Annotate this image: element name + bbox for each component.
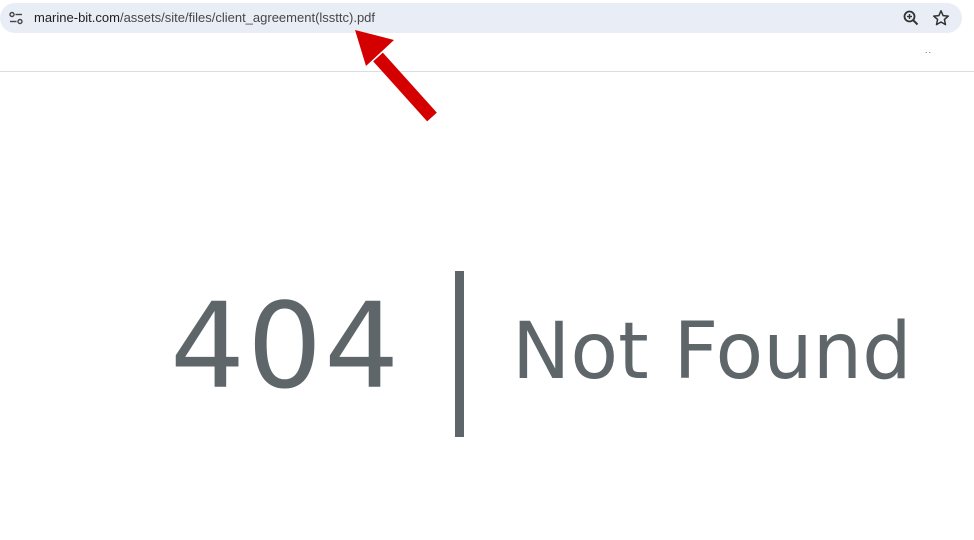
overflow-dots[interactable]: .. — [925, 45, 932, 55]
url-path: /assets/site/files/client_agreement(lsst… — [119, 10, 376, 25]
annotation-arrow-icon — [355, 30, 437, 122]
address-bar[interactable]: marine-bit.com/assets/site/files/client_… — [0, 3, 962, 33]
star-icon[interactable] — [932, 9, 950, 27]
toolbar-divider — [0, 71, 974, 72]
zoom-in-icon[interactable] — [902, 9, 920, 27]
error-message: Not Found — [512, 307, 912, 397]
tune-icon[interactable] — [9, 11, 23, 25]
url-host: marine-bit.com — [34, 10, 120, 25]
url-text[interactable]: marine-bit.com/assets/site/files/client_… — [34, 10, 375, 26]
browser-window: marine-bit.com/assets/site/files/client_… — [0, 0, 974, 540]
error-code: 404 — [170, 277, 402, 415]
separator-bar — [455, 271, 464, 437]
